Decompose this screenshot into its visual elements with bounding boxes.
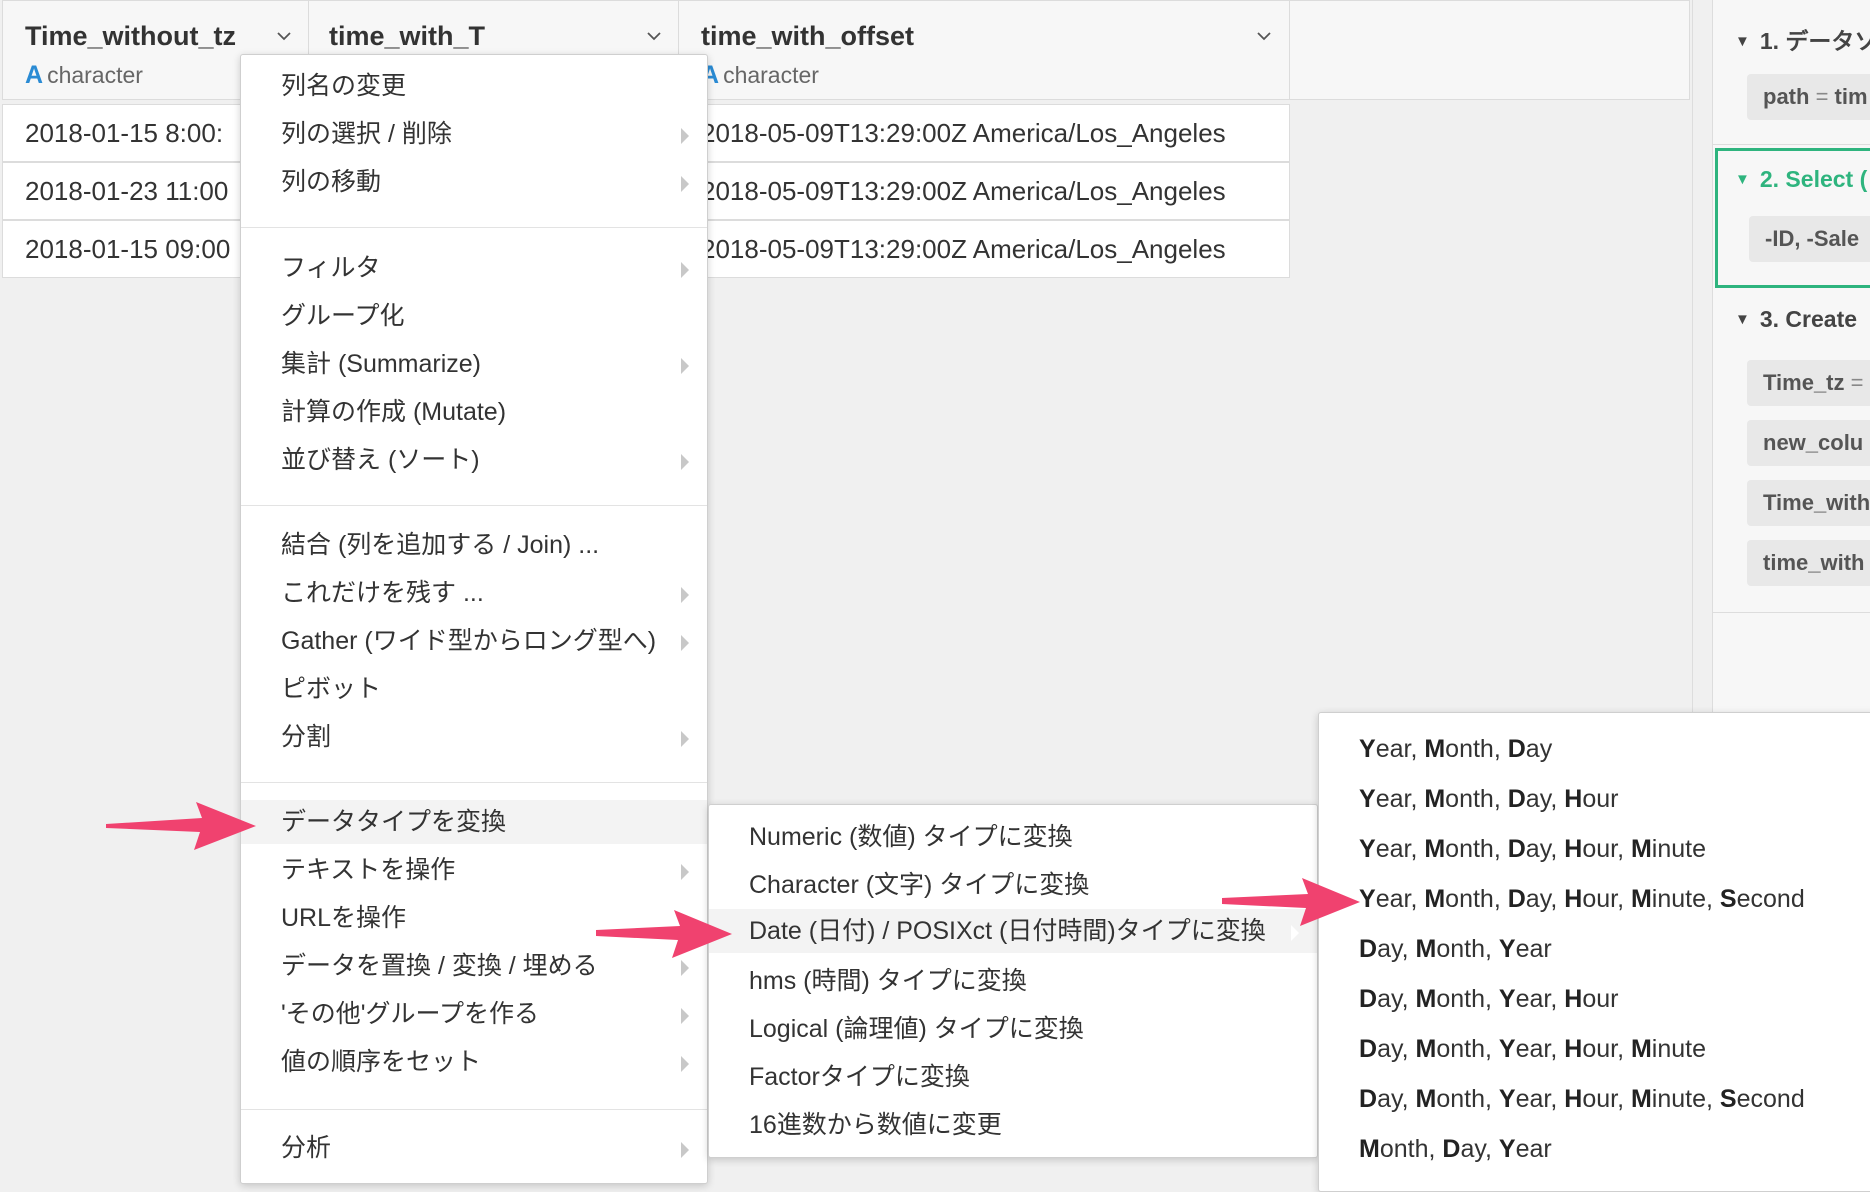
convert-type-submenu: Numeric (数値) タイプに変換 Character (文字) タイプに変… [708,804,1318,1158]
step-chip[interactable]: Time_tz = [1747,360,1870,406]
divider [1713,144,1870,145]
menu-item-move[interactable]: 列の移動 [241,160,707,204]
chip-name: time_with [1763,550,1865,575]
menu-item-to-factor[interactable]: Factorタイプに変換 [709,1055,1317,1099]
step-title[interactable]: ▼ 1. データソ [1735,22,1870,56]
menu-item-date-format[interactable]: Day, Month, Year [1319,927,1870,971]
column-title: time_with_T [329,21,486,51]
divider [1713,612,1870,613]
table-cell[interactable]: 2018-05-09T13:29:00Z America/Los_Angeles [678,162,1290,220]
menu-item-work-with-text[interactable]: テキストを操作 [241,848,707,892]
submenu-caret-icon [681,1056,689,1072]
chevron-down-icon[interactable] [647,29,661,43]
character-type-icon: A [25,61,44,89]
step-title-label: 3. Create [1759,306,1858,332]
date-format-submenu: Year, Month, Day Year, Month, Day, Hour … [1318,712,1870,1192]
table-cell[interactable]: 2018-05-09T13:29:00Z America/Los_Angeles [678,104,1290,162]
submenu-caret-icon [681,587,689,603]
column-header-time-with-offset[interactable]: time_with_offset Acharacter [678,0,1290,100]
menu-item-gather[interactable]: Gather (ワイド型からロング型へ) [241,619,707,663]
submenu-caret-icon [681,1008,689,1024]
chip-value: tim [1834,84,1868,109]
submenu-caret-icon [681,128,689,144]
step-title-label: 1. データソ [1759,28,1870,54]
menu-item-create-other-group[interactable]: 'その他'グループを作る [241,992,707,1036]
menu-item-select-remove[interactable]: 列の選択 / 削除 [241,112,707,156]
column-type-label: character [723,62,819,88]
chip-op: = [1844,370,1864,395]
menu-item-analytics[interactable]: 分析 [241,1126,707,1170]
menu-divider [241,782,707,783]
annotation-arrow-icon [106,802,256,850]
chip-name: Time_with [1763,490,1870,515]
submenu-caret-icon [681,731,689,747]
caret-down-icon: ▼ [1735,311,1750,328]
step-title[interactable]: ▼ 3. Create [1735,306,1857,333]
menu-item-sort[interactable]: 並び替え (ソート) [241,438,707,482]
menu-item-date-format[interactable]: Year, Month, Day, Hour, Minute, Second [1319,877,1870,921]
menu-item-to-numeric[interactable]: Numeric (数値) タイプに変換 [709,815,1317,859]
caret-down-icon: ▼ [1735,171,1750,188]
empty-header-area [1290,0,1690,100]
column-type: Acharacter [25,61,143,90]
menu-item-split[interactable]: 分割 [241,715,707,759]
step-chip[interactable]: path = tim [1747,74,1870,120]
step-title[interactable]: ▼ 2. Select ( [1735,166,1867,193]
annotation-arrow-icon [596,910,732,958]
caret-down-icon: ▼ [1735,33,1750,50]
chevron-down-icon[interactable] [277,29,291,43]
submenu-caret-icon [681,864,689,880]
menu-item-summarize[interactable]: 集計 (Summarize) [241,342,707,386]
menu-item-group-by[interactable]: グループ化 [241,294,707,338]
step-title-label: 2. Select ( [1759,166,1868,192]
menu-item-date-format[interactable]: Year, Month, Day [1319,727,1870,771]
submenu-caret-icon [681,358,689,374]
menu-item-date-format[interactable]: Year, Month, Day, Hour, Minute [1319,827,1870,871]
submenu-caret-icon [681,1142,689,1158]
submenu-caret-icon [681,176,689,192]
menu-item-date-format[interactable]: Day, Month, Year, Hour, Minute, Second [1319,1077,1870,1121]
menu-item-to-hms[interactable]: hms (時間) タイプに変換 [709,959,1317,1003]
chip-name: -ID, -Sale [1765,226,1860,251]
step-chip[interactable]: Time_with [1747,480,1870,526]
menu-item-mutate[interactable]: 計算の作成 (Mutate) [241,390,707,434]
chevron-down-icon[interactable] [1257,29,1271,43]
submenu-caret-icon [681,960,689,976]
menu-item-set-value-order[interactable]: 値の順序をセット [241,1040,707,1084]
submenu-caret-icon [681,635,689,651]
menu-item-join[interactable]: 結合 (列を追加する / Join) ... [241,523,707,567]
column-context-menu: 列名の変更 列の選択 / 削除 列の移動 フィルタ グループ化 集計 (Summ… [240,54,708,1184]
step-chip[interactable]: time_with [1747,540,1870,586]
submenu-caret-icon [681,262,689,278]
column-title: time_with_offset [701,21,915,51]
menu-divider [241,1109,707,1110]
menu-item-date-format[interactable]: Day, Month, Year, Hour, Minute [1319,1027,1870,1071]
menu-item-date-format[interactable]: Year, Month, Day, Hour [1319,777,1870,821]
menu-item-to-logical[interactable]: Logical (論理値) タイプに変換 [709,1007,1317,1051]
annotation-arrow-icon [1222,878,1360,926]
chip-op: = [1809,84,1835,109]
menu-divider [241,227,707,228]
menu-item-date-format[interactable]: Month, Day, Year [1319,1127,1870,1171]
menu-item-date-format[interactable]: Day, Month, Year, Hour [1319,977,1870,1021]
menu-item-pivot[interactable]: ピボット [241,667,707,711]
column-type-label: character [47,62,143,88]
column-title: Time_without_tz [25,21,237,51]
submenu-caret-icon [681,454,689,470]
chip-name: new_colu [1763,430,1864,455]
menu-item-keep-only[interactable]: これだけを残す ... [241,571,707,615]
chip-name: path [1763,84,1810,109]
menu-item-convert-data-type[interactable]: データタイプを変換 [241,800,707,844]
chip-name: Time_tz [1763,370,1845,395]
menu-item-rename[interactable]: 列名の変更 [241,64,707,108]
step-chip[interactable]: new_colu [1747,420,1870,466]
column-type: Acharacter [701,61,819,90]
menu-item-filter[interactable]: フィルタ [241,246,707,290]
menu-divider [241,505,707,506]
table-cell[interactable]: 2018-05-09T13:29:00Z America/Los_Angeles [678,220,1290,278]
menu-item-hex-to-numeric[interactable]: 16進数から数値に変更 [709,1103,1317,1147]
step-chip[interactable]: -ID, -Sale [1749,216,1870,262]
